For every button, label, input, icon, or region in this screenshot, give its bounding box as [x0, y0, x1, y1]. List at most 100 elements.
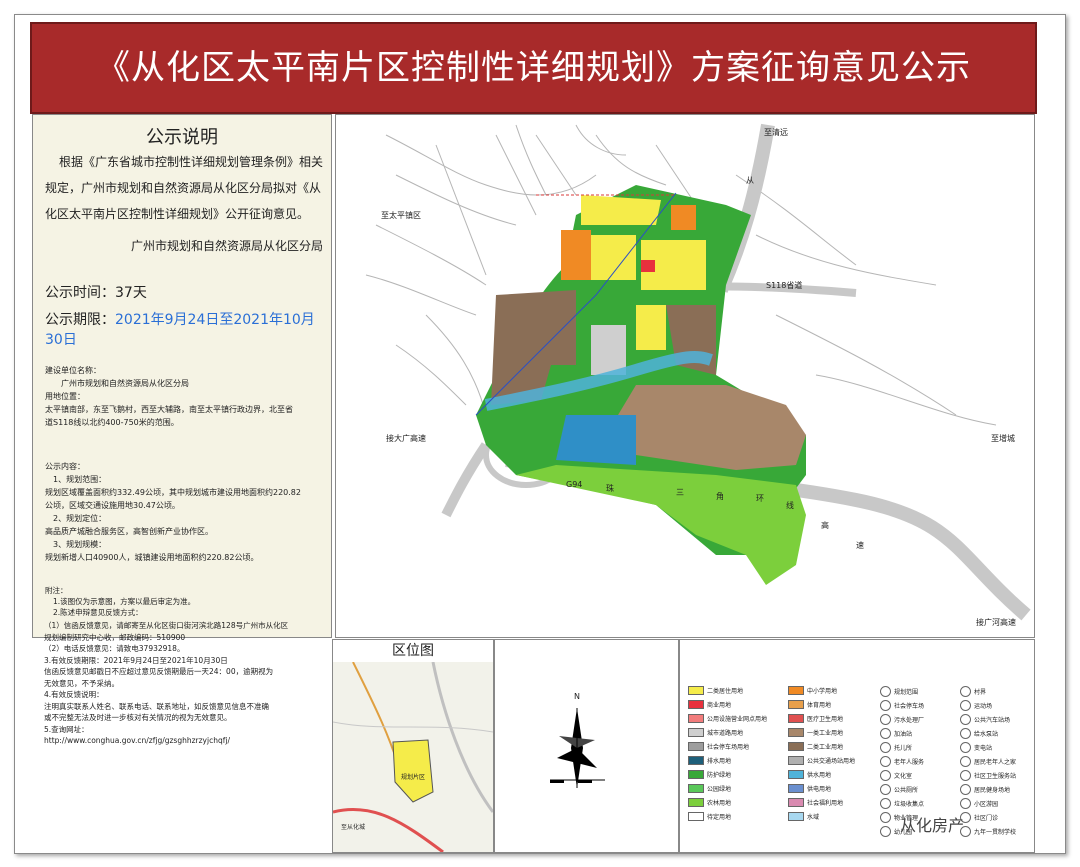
- legend-label: 二类居住用地: [707, 688, 744, 695]
- sb2-line: 2、规划定位：: [53, 514, 107, 523]
- sb1-line: 建设单位名称：: [45, 366, 101, 375]
- legend-item: 公园绿地: [688, 784, 731, 793]
- legend-label: 九年一贯制学校: [974, 829, 1017, 836]
- notice-line-3: 化区太平南片区控制性详细规划》公开征询意见。: [45, 207, 310, 221]
- label-gao: 高: [821, 521, 829, 530]
- legend-item: 小区游园: [960, 798, 998, 809]
- sb3-line: 附注：: [45, 586, 68, 595]
- legend-item: 老年人服务: [880, 756, 924, 767]
- label-guanghe: 接广河高速: [976, 618, 1016, 627]
- legend-item: 防护绿地: [688, 770, 731, 779]
- legend-panel: 二类居住用地商业用地公用设施营业网点用地 城市道路用地社会停车场用地 排水用地防护绿…: [679, 639, 1035, 853]
- legend-swatch: [960, 700, 971, 711]
- label-san: 三: [676, 488, 684, 497]
- label-xian: 线: [786, 501, 794, 510]
- sb3-line: 规划编制研究中心收，邮政编码：510900: [44, 632, 186, 642]
- legend-swatch: [688, 812, 704, 821]
- legend-label: 排水用地: [707, 758, 732, 765]
- legend-item: 社会停车场用地: [688, 742, 749, 751]
- legend-label: 老年人服务: [894, 759, 925, 766]
- legend-label: 公共厕所: [894, 787, 919, 794]
- sb3-line: （1）信函反馈意见，请邮寄至从化区街口街河滨北路128号广州市从化区: [44, 621, 289, 630]
- notice-period-label: 公示期限：: [45, 312, 115, 328]
- small-block-1: 建设单位名称： 广州市规划和自然资源局从化区分局 用地位置： 太平镇南部，东至飞…: [45, 364, 293, 429]
- legend-swatch: [880, 798, 891, 809]
- legend-label: 中小学用地: [807, 688, 838, 695]
- location-map: 区位图 规划片区 至从化城: [332, 639, 494, 853]
- notice-duration: 公示时间：37天: [45, 285, 147, 301]
- legend-item: 垃圾收集点: [880, 798, 924, 809]
- legend-label: 农林用地: [707, 800, 732, 807]
- legend-label: 社区卫生服务站: [974, 773, 1017, 780]
- legend-swatch: [880, 826, 891, 837]
- sb3-line: http://www.conghua.gov.cn/zfjg/gzsghhzrz…: [44, 736, 230, 745]
- legend-item: 公共交通场站用地: [788, 756, 855, 765]
- legend-item: 二类工业用地: [788, 742, 843, 751]
- legend-item: 一类工业用地: [788, 728, 843, 737]
- legend-swatch: [960, 770, 971, 781]
- legend-label: 小区游园: [974, 801, 999, 808]
- legend-label: 文化室: [894, 773, 913, 780]
- commercial: [641, 260, 655, 272]
- legend-label: 居民健身场地: [974, 787, 1011, 794]
- farmland-south: [516, 465, 806, 585]
- legend-swatch: [880, 742, 891, 753]
- legend-swatch: [688, 742, 704, 751]
- legend-item: 公共汽车站场: [960, 714, 1010, 725]
- legend-item: 二类居住用地: [688, 686, 743, 695]
- legend-item: 居民健身场地: [960, 784, 1010, 795]
- legend-item: 供水用地: [788, 770, 831, 779]
- legend-label: 加油站: [894, 731, 913, 738]
- label-s118: S118省道: [766, 281, 803, 290]
- legend-swatch: [960, 784, 971, 795]
- legend-item: 九年一贯制学校: [960, 826, 1016, 837]
- legend-label: 防护绿地: [707, 772, 732, 779]
- legend-item: 托儿所: [880, 742, 912, 753]
- legend-item: 排水用地: [688, 756, 731, 765]
- sb3-line: 3.有效反馈期限：2021年9月24日至2021年10月30日: [44, 655, 228, 665]
- sb3-line: （2）电话反馈意见：请致电37932918。: [44, 644, 185, 653]
- legend-swatch: [688, 686, 704, 695]
- sb1-line: 用地位置：: [45, 392, 85, 401]
- legend-swatch: [960, 714, 971, 725]
- legend-item: 污水处理厂: [880, 714, 924, 725]
- notes-continuation: （1）信函反馈意见，请邮寄至从化区街口街河滨北路128号广州市从化区 规划编制研…: [44, 620, 288, 747]
- highway-west: [441, 442, 491, 518]
- legend-swatch: [880, 728, 891, 739]
- legend-swatch: [688, 700, 704, 709]
- label-taipingzhen: 至太平镇区: [381, 211, 421, 220]
- water-facility: [556, 415, 636, 465]
- sb2-line: 3、规划规模：: [53, 540, 107, 549]
- sb3-line: 5.查询网址：: [44, 724, 89, 734]
- legend-item: 社会停车场: [880, 700, 924, 711]
- legend-swatch: [788, 770, 804, 779]
- legend-item: 商业用地: [688, 700, 731, 709]
- legend-item: 体育用地: [788, 700, 831, 709]
- sb3-line: 注明真实联系人姓名、联系电话、联系地址，如反馈意见信息不准确: [44, 701, 269, 711]
- legend-label: 变电站: [974, 745, 993, 752]
- legend-swatch: [880, 812, 891, 823]
- legend-item: 文化室: [880, 770, 912, 781]
- school-2: [671, 205, 696, 230]
- legend-swatch: [880, 784, 891, 795]
- sb2-line: 规划新增人口40900人，城镇建设用地面积约220.82公顷。: [45, 553, 259, 562]
- notice-period: 公示期限：2021年9月24日至2021年10月30日: [45, 309, 331, 349]
- label-su: 速: [856, 541, 864, 550]
- legend-label: 公用设施营业网点用地: [707, 716, 768, 723]
- legend-label: 城市道路用地: [707, 730, 744, 737]
- legend-item: 公共厕所: [880, 784, 918, 795]
- legend-swatch: [960, 756, 971, 767]
- legend-swatch: [788, 686, 804, 695]
- compass-rose-icon: [550, 708, 605, 788]
- legend-swatch: [880, 770, 891, 781]
- legend-swatch: [788, 700, 804, 709]
- legend-item: 变电站: [960, 742, 992, 753]
- legend-label: 公共汽车站场: [974, 717, 1011, 724]
- planning-map: 至清远 至太平镇区 从 S118省道 接大广高速 至增城 G94 珠 三 角 环…: [335, 114, 1035, 638]
- legend-swatch: [960, 742, 971, 753]
- small-block-2: 公示内容： 1、规划范围： 规划区域覆盖面积约332.49公顷，其中规划城市建设…: [45, 460, 301, 564]
- legend-label: 运动场: [974, 703, 993, 710]
- legend-item: 规划范围: [880, 686, 918, 697]
- legend-item: 运动场: [960, 700, 992, 711]
- legend-label: 规划范围: [894, 689, 919, 696]
